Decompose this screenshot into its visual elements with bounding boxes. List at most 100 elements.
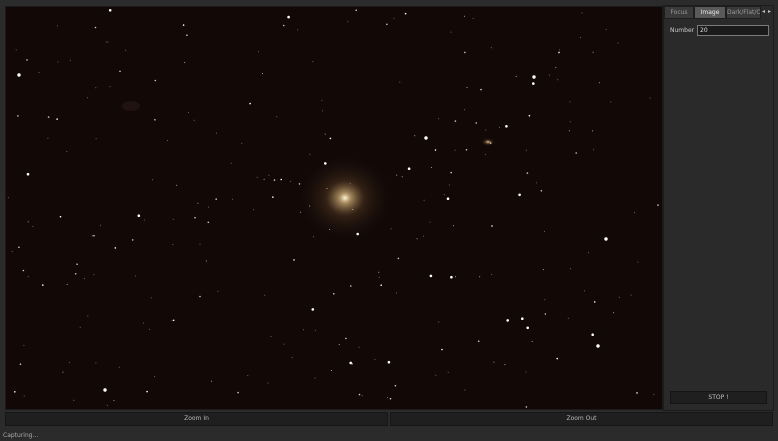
star — [526, 172, 529, 174]
star — [542, 269, 544, 271]
tab-scroll-left-icon[interactable]: ◂ — [762, 6, 765, 18]
image-viewer[interactable] — [5, 6, 663, 410]
faint-galaxy — [122, 101, 140, 111]
star — [484, 153, 486, 155]
star — [76, 263, 78, 266]
star — [544, 230, 545, 232]
star — [154, 79, 157, 82]
star — [293, 259, 295, 261]
star — [472, 17, 474, 19]
star — [569, 101, 571, 103]
bright-star — [17, 73, 21, 77]
star — [26, 59, 28, 61]
star — [69, 59, 71, 61]
star — [404, 12, 407, 15]
star — [480, 88, 482, 91]
bright-star — [424, 136, 428, 140]
star — [26, 172, 30, 176]
star — [18, 246, 20, 249]
star — [215, 132, 217, 134]
star — [263, 178, 265, 180]
star — [414, 135, 416, 137]
star — [11, 251, 13, 252]
star — [454, 120, 457, 122]
star — [150, 297, 152, 299]
star — [450, 31, 452, 33]
star — [19, 363, 22, 366]
star — [22, 269, 25, 272]
star — [540, 190, 543, 192]
star — [637, 261, 639, 263]
star — [491, 225, 493, 227]
star — [338, 344, 340, 345]
star — [587, 252, 589, 254]
star — [386, 23, 388, 26]
star — [556, 357, 558, 360]
star — [57, 61, 59, 63]
star — [302, 329, 304, 331]
tab-dark-flat-off[interactable]: Dark/Flat/Off — [726, 6, 761, 19]
star — [125, 49, 127, 51]
star — [489, 142, 492, 144]
star — [146, 390, 148, 393]
star — [38, 72, 40, 73]
star — [441, 348, 443, 351]
star — [548, 74, 550, 76]
star — [312, 61, 314, 63]
star — [557, 79, 559, 81]
star — [380, 284, 383, 287]
star — [591, 333, 594, 337]
star — [657, 204, 659, 206]
star — [241, 142, 243, 144]
star — [450, 275, 453, 279]
star — [613, 312, 615, 314]
tab-focus[interactable]: Focus — [664, 6, 694, 19]
star — [135, 275, 137, 277]
star — [131, 239, 134, 241]
star — [7, 197, 9, 199]
tab-scroll-right-icon[interactable]: ▸ — [768, 6, 771, 18]
star — [378, 271, 380, 273]
star — [397, 257, 400, 260]
star — [423, 199, 425, 201]
star — [267, 382, 269, 384]
star — [396, 174, 398, 176]
star — [62, 371, 64, 373]
number-input[interactable]: 20 — [697, 25, 769, 36]
star — [184, 62, 186, 63]
star — [329, 137, 332, 140]
star — [330, 370, 332, 371]
star — [208, 206, 209, 208]
star — [448, 184, 450, 186]
bright-star — [604, 237, 608, 241]
zoom-out-button[interactable]: Zoom Out — [390, 412, 773, 426]
star — [314, 329, 316, 331]
star — [634, 212, 635, 214]
star — [387, 360, 391, 364]
star — [106, 404, 108, 406]
star — [237, 391, 239, 394]
star — [87, 315, 89, 317]
star — [422, 235, 424, 237]
star — [215, 198, 217, 200]
star — [345, 337, 347, 340]
star — [313, 236, 315, 238]
stop-button[interactable]: STOP ! — [670, 391, 767, 404]
star — [149, 328, 151, 330]
star — [567, 317, 569, 319]
zoom-in-button[interactable]: Zoom In — [5, 412, 388, 426]
star — [94, 26, 97, 29]
star — [32, 225, 34, 227]
star — [454, 276, 456, 278]
star — [280, 178, 283, 181]
star — [282, 24, 285, 27]
star — [324, 162, 327, 165]
star — [506, 319, 510, 322]
star — [23, 395, 25, 397]
tab-image[interactable]: Image — [694, 6, 726, 19]
star — [559, 51, 561, 53]
star — [399, 81, 401, 83]
side-panel: Focus Image Dark/Flat/Off ◂ ▸ Number 20 … — [663, 5, 774, 411]
star — [262, 73, 264, 74]
star — [438, 321, 440, 323]
